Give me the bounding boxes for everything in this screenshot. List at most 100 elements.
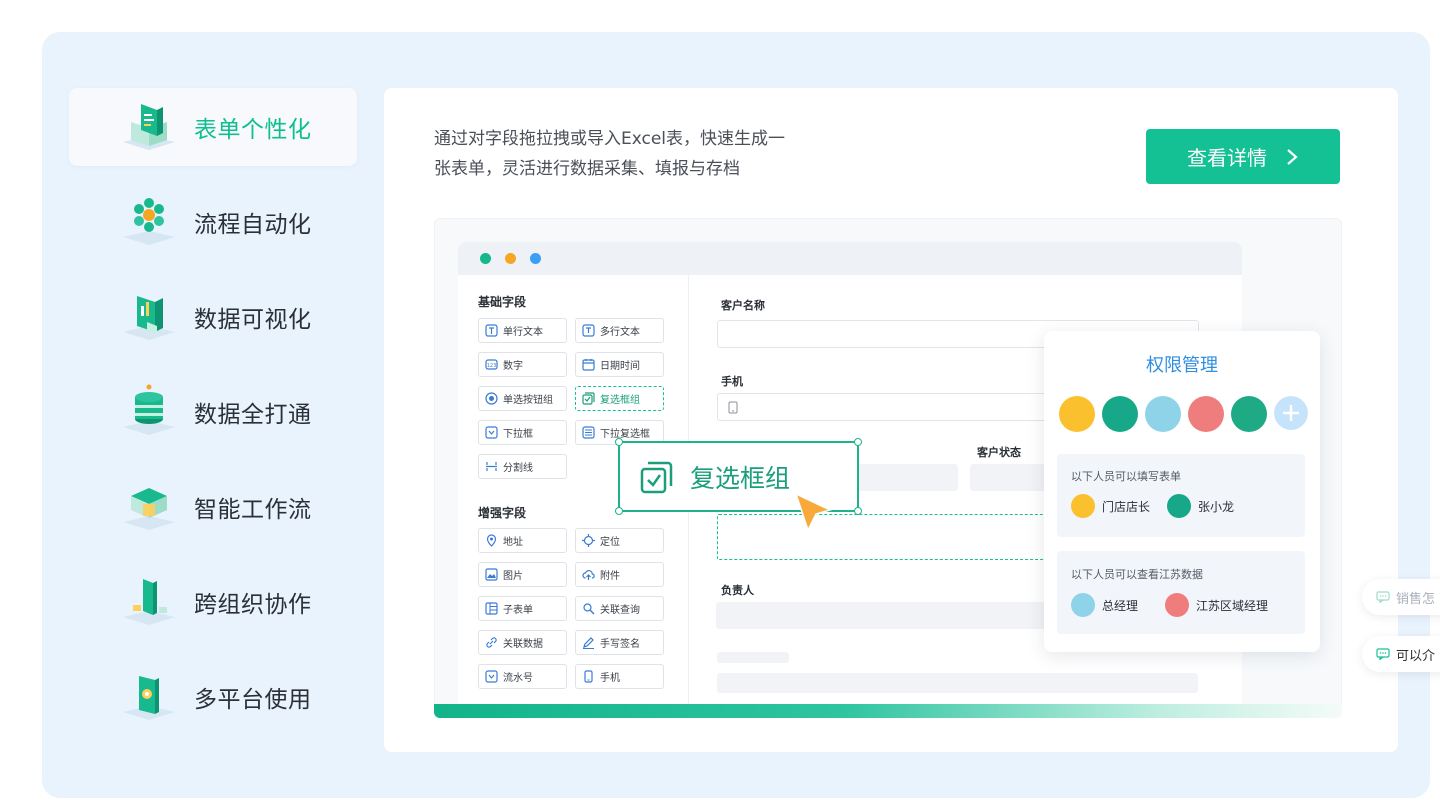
cursor-icon <box>794 492 833 532</box>
menu-item-database[interactable]: 数据全打通 <box>69 373 357 451</box>
field-multi-text[interactable]: 多行文本 <box>575 318 664 343</box>
form-icon <box>123 104 175 150</box>
field-label: 下拉复选框 <box>600 429 650 440</box>
crosshair-icon <box>582 534 595 547</box>
fill-permission-box: 以下人员可以填写表单 门店店长 张小龙 <box>1057 454 1305 537</box>
menu-item-label: 表单个性化 <box>194 117 312 143</box>
view-permission-box: 以下人员可以查看江苏数据 总经理 江苏区域经理 <box>1057 551 1305 634</box>
person-name: 总经理 <box>1102 598 1139 613</box>
avatar <box>1167 494 1191 518</box>
menu-item-mobile[interactable]: 多平台使用 <box>69 658 357 736</box>
menu-item-label: 数据可视化 <box>194 307 312 333</box>
person-name: 江苏区域经理 <box>1196 598 1269 613</box>
field-label: 图片 <box>503 571 523 582</box>
field-related-query[interactable]: 关联查询 <box>575 596 664 621</box>
permission-person[interactable]: 门店店长 <box>1071 494 1150 518</box>
subform-icon <box>485 602 498 615</box>
field-label: 子表单 <box>503 605 533 616</box>
permission-person[interactable]: 张小龙 <box>1167 494 1234 518</box>
avatar[interactable] <box>1231 396 1267 432</box>
avatar <box>1165 593 1189 617</box>
link-data-icon <box>486 637 497 648</box>
view-details-button[interactable]: 查看详情 <box>1146 129 1340 184</box>
field-label: 单行文本 <box>503 327 543 338</box>
chat-suggestion-label: 可以介 <box>1396 648 1436 664</box>
field-address[interactable]: 地址 <box>478 528 567 553</box>
field-image[interactable]: 图片 <box>478 562 567 587</box>
chat-suggestion-label: 销售怎 <box>1396 591 1436 607</box>
field-divider[interactable]: 分割线 <box>478 454 567 479</box>
field-single-text[interactable]: 单行文本 <box>478 318 567 343</box>
phone-icon <box>728 401 738 414</box>
add-user-icon[interactable] <box>1274 396 1308 430</box>
permission-person[interactable]: 江苏区域经理 <box>1165 593 1268 617</box>
field-serial-number[interactable]: 流水号 <box>478 664 567 689</box>
field-datetime[interactable]: 日期时间 <box>575 352 664 377</box>
divider-icon <box>486 462 497 471</box>
menu-item-collaboration[interactable]: 跨组织协作 <box>69 563 357 641</box>
resize-handle[interactable] <box>854 438 862 446</box>
avatar[interactable] <box>1145 396 1181 432</box>
chart-icon <box>123 296 175 340</box>
avatar[interactable] <box>1102 396 1138 432</box>
avatar[interactable] <box>1059 396 1095 432</box>
field-number[interactable]: 123 数字 <box>478 352 567 377</box>
description-line: 通过对字段拖拉拽或导入Excel表，快速生成一 <box>434 129 786 149</box>
field-label: 分割线 <box>503 463 533 474</box>
field-subform[interactable]: 子表单 <box>478 596 567 621</box>
number-icon: 123 <box>485 359 498 370</box>
multiline-text-icon <box>582 324 595 337</box>
field-label: 日期时间 <box>600 361 640 372</box>
field-locate[interactable]: 定位 <box>575 528 664 553</box>
menu-item-label: 智能工作流 <box>194 497 312 523</box>
chat-suggestion-button[interactable]: 可以介 <box>1362 636 1440 672</box>
permission-panel: 权限管理 以下人员可以填写表单 门店店长 张小龙 以下人员可以查看江苏数据 总经… <box>1044 331 1320 652</box>
chat-suggestion-button[interactable]: 销售怎 <box>1362 579 1440 615</box>
owner-label: 负责人 <box>721 584 754 597</box>
process-icon <box>123 198 175 245</box>
dragging-label: 复选框组 <box>690 464 791 493</box>
resize-handle[interactable] <box>615 507 623 515</box>
menu-item-chart[interactable]: 数据可视化 <box>69 278 357 356</box>
window-dot-orange <box>505 253 516 264</box>
view-details-label: 查看详情 <box>1187 146 1267 170</box>
person-name: 张小龙 <box>1198 499 1235 514</box>
mockup-accent-bar <box>434 704 1342 718</box>
field-checkbox-group[interactable]: 复选框组 <box>575 386 664 411</box>
resize-handle[interactable] <box>854 507 862 515</box>
field-label: 地址 <box>503 537 523 548</box>
field-label: 附件 <box>600 571 620 582</box>
enhanced-fields-title: 增强字段 <box>478 506 527 520</box>
field-radio-group[interactable]: 单选按钮组 <box>478 386 567 411</box>
radio-icon <box>485 392 498 405</box>
field-mobile[interactable]: 手机 <box>575 664 664 689</box>
permission-person[interactable]: 总经理 <box>1071 593 1138 617</box>
menu-item-process[interactable]: 流程自动化 <box>69 183 357 261</box>
multi-select-icon <box>582 426 595 439</box>
field-label: 关联查询 <box>600 605 640 616</box>
field-label: 定位 <box>600 537 620 548</box>
status-option[interactable] <box>858 464 958 491</box>
menu-item-label: 数据全打通 <box>194 402 312 428</box>
field-related-data[interactable]: 关联数据 <box>478 630 567 655</box>
field-signature[interactable]: 手写签名 <box>575 630 664 655</box>
view-permission-title: 以下人员可以查看江苏数据 <box>1071 568 1203 581</box>
field-label: 数字 <box>503 361 523 372</box>
resize-handle[interactable] <box>615 438 623 446</box>
basic-fields-title: 基础字段 <box>478 295 527 309</box>
menu-item-workflow[interactable]: 智能工作流 <box>69 468 357 546</box>
checkbox-icon <box>640 461 673 494</box>
menu-item-label: 流程自动化 <box>194 212 312 238</box>
window-dot-green <box>480 253 491 264</box>
drop-zone[interactable] <box>717 514 1057 560</box>
field-label: 单选按钮组 <box>503 395 553 406</box>
avatar[interactable] <box>1188 396 1224 432</box>
chevron-right-icon <box>1287 148 1298 165</box>
field-label: 关联数据 <box>503 639 543 650</box>
location-pin-icon <box>486 534 497 547</box>
field-dropdown[interactable]: 下拉框 <box>478 420 567 445</box>
menu-item-form[interactable]: 表单个性化 <box>69 88 357 166</box>
person-name: 门店店长 <box>1102 499 1151 514</box>
field-label: 手写签名 <box>600 639 640 650</box>
field-attachment[interactable]: 附件 <box>575 562 664 587</box>
